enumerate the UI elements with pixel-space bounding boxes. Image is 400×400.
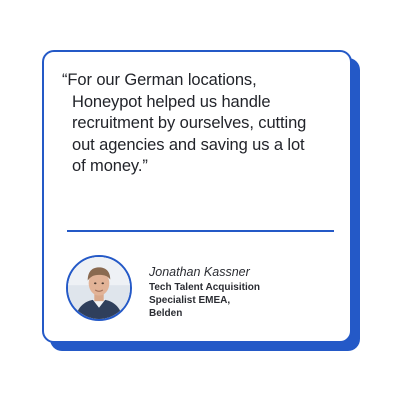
- quote-divider: [67, 230, 334, 232]
- quote-line: “For our German locations,: [62, 71, 257, 89]
- testimonial-quote: “For our German locations, Honeypot help…: [62, 70, 342, 178]
- author-avatar: [66, 255, 132, 321]
- quote-line: out agencies and saving us a lot: [72, 135, 305, 154]
- quote-line: recruitment by ourselves, cutting: [72, 114, 307, 132]
- testimonial-stage: “For our German locations, Honeypot help…: [0, 0, 400, 400]
- quote-line: Honeypot helped us handle: [72, 92, 271, 111]
- author-title-line: Tech Talent Acquisition: [149, 282, 260, 293]
- author-name: Jonathan Kassner: [149, 265, 250, 279]
- person-portrait-icon: [68, 257, 130, 319]
- author-info: Jonathan Kassner Tech Talent Acquisition…: [149, 264, 329, 320]
- author-title-line: Specialist EMEA,: [149, 295, 231, 306]
- quote-line: of money.”: [72, 157, 148, 175]
- author-company: Belden: [149, 308, 183, 319]
- testimonial-card: “For our German locations, Honeypot help…: [42, 50, 352, 343]
